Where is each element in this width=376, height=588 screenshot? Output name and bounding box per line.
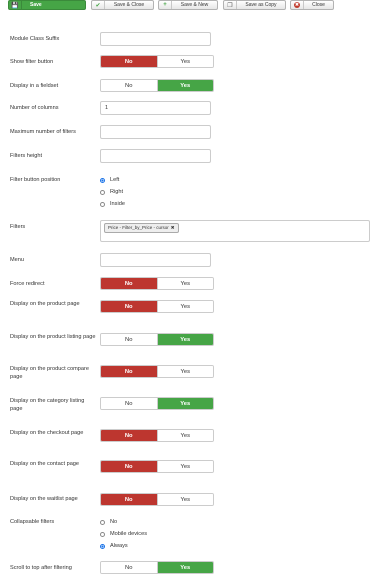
display-on-waitlist-page-yes[interactable]: Yes	[156, 494, 213, 505]
remove-tag-icon[interactable]: ✖	[171, 225, 175, 230]
radio-option-no[interactable]: No	[100, 516, 147, 528]
display-on-contact-page-toggle: No Yes	[100, 460, 214, 473]
radio-option-always[interactable]: Always	[100, 540, 147, 552]
close-icon: ✖	[291, 1, 304, 9]
close-label: Close	[312, 2, 325, 8]
toolbar: 💾 Save ✔ Save & Close + Save & New ❐ Sav…	[0, 0, 376, 11]
display-on-waitlist-page-no[interactable]: No	[101, 494, 157, 505]
save-copy-label: Save as Copy	[245, 2, 277, 8]
save-close-label: Save & Close	[113, 2, 145, 8]
filter-tag-text: Price - Filter_by_Price - cursor	[108, 225, 169, 230]
radio-left[interactable]	[100, 177, 105, 183]
save-button[interactable]: 💾 Save	[8, 0, 86, 10]
show-filter-button-label: Show filter button	[10, 59, 54, 65]
display-on-product-listing-page-yes[interactable]: Yes	[156, 334, 213, 345]
display-on-product-listing-page-label: Display on the product listing page	[10, 334, 96, 340]
show-filter-button-toggle: No Yes	[100, 55, 214, 68]
display-in-fieldset-toggle: No Yes	[100, 79, 214, 92]
display-on-contact-page-yes[interactable]: Yes	[156, 461, 213, 472]
check-icon: ✔	[92, 1, 105, 9]
plus-icon: +	[159, 1, 172, 9]
save-label: Save	[30, 2, 42, 8]
filters-multiselect[interactable]: Price - Filter_by_Price - cursor ✖	[100, 220, 370, 242]
filters-label: Filters	[10, 224, 26, 230]
display-on-checkout-page-yes[interactable]: Yes	[156, 430, 213, 441]
force-redirect-yes[interactable]: Yes	[156, 278, 213, 289]
show-filter-button-no[interactable]: No	[101, 56, 157, 67]
maximum-number-of-filters-input[interactable]	[100, 125, 211, 139]
display-on-product-listing-page-toggle: No Yes	[100, 333, 214, 346]
radio-mobile-devices[interactable]	[100, 531, 105, 537]
radio-option-mobile-devices[interactable]: Mobile devices	[100, 528, 147, 540]
number-of-columns-label: Number of columns	[10, 105, 59, 111]
scroll-to-top-toggle: No Yes	[100, 561, 214, 574]
number-of-columns-input[interactable]: 1	[100, 101, 211, 115]
display-on-product-page-yes[interactable]: Yes	[156, 301, 213, 312]
display-in-fieldset-label: Display in a fieldset	[10, 83, 59, 89]
save-icon: 💾	[9, 1, 22, 9]
save-close-button[interactable]: ✔ Save & Close	[91, 0, 154, 10]
display-on-product-page-no[interactable]: No	[101, 301, 157, 312]
collapsable-filters-label: Collapsable filters	[10, 519, 55, 525]
display-on-product-page-label: Display on the product page	[10, 301, 80, 307]
save-new-button[interactable]: + Save & New	[158, 0, 218, 10]
save-new-label: Save & New	[180, 2, 209, 8]
display-on-checkout-page-toggle: No Yes	[100, 429, 214, 442]
filters-height-input[interactable]	[100, 149, 211, 163]
show-filter-button-yes[interactable]: Yes	[156, 56, 213, 67]
save-copy-button[interactable]: ❐ Save as Copy	[223, 0, 286, 10]
radio-left-label: Left	[110, 177, 120, 183]
scroll-to-top-label: Scroll to top after filtering	[10, 565, 72, 571]
radio-no-label: No	[110, 519, 118, 525]
radio-right[interactable]	[100, 189, 105, 195]
display-on-waitlist-page-label: Display on the waitlist page	[10, 496, 78, 502]
radio-no[interactable]	[100, 519, 105, 525]
scroll-to-top-no[interactable]: No	[101, 562, 157, 573]
display-on-checkout-page-no[interactable]: No	[101, 430, 157, 441]
scroll-to-top-yes[interactable]: Yes	[156, 562, 213, 573]
collapsable-filters-radios: No Mobile devices Always	[100, 516, 147, 552]
filters-height-label: Filters height	[10, 153, 43, 159]
display-in-fieldset-no[interactable]: No	[101, 80, 157, 91]
display-on-product-compare-page-no[interactable]: No	[101, 366, 157, 377]
radio-option-inside[interactable]: Inside	[100, 198, 125, 210]
radio-mobile-devices-label: Mobile devices	[110, 531, 147, 537]
display-on-checkout-page-label: Display on the checkout page	[10, 430, 84, 436]
display-on-category-listing-page-no[interactable]: No	[101, 398, 157, 409]
force-redirect-label: Force redirect	[10, 281, 45, 287]
radio-option-left[interactable]: Left	[100, 174, 125, 186]
radio-inside[interactable]	[100, 201, 105, 207]
force-redirect-toggle: No Yes	[100, 277, 214, 290]
force-redirect-no[interactable]: No	[101, 278, 157, 289]
display-on-category-listing-page-label: Display on the category listing page	[10, 398, 85, 412]
display-on-category-listing-page-yes[interactable]: Yes	[156, 398, 213, 409]
display-on-product-compare-page-label: Display on the product compare page	[10, 366, 89, 380]
maximum-number-of-filters-label: Maximum number of filters	[10, 129, 76, 135]
menu-input[interactable]	[100, 253, 211, 267]
filter-button-position-radios: Left Right Inside	[100, 174, 125, 210]
display-on-category-listing-page-toggle: No Yes	[100, 397, 214, 410]
radio-always-label: Always	[110, 543, 128, 549]
radio-inside-label: Inside	[110, 201, 125, 207]
display-on-contact-page-label: Display on the contact page	[10, 461, 80, 467]
close-button[interactable]: ✖ Close	[290, 0, 334, 10]
display-on-product-compare-page-toggle: No Yes	[100, 365, 214, 378]
module-class-suffix-label: Module Class Suffix	[10, 36, 60, 42]
module-class-suffix-input[interactable]	[100, 32, 211, 46]
display-on-waitlist-page-toggle: No Yes	[100, 493, 214, 506]
radio-right-label: Right	[110, 189, 124, 195]
filter-button-position-label: Filter button position	[10, 177, 61, 183]
copy-icon: ❐	[224, 1, 237, 9]
radio-always[interactable]	[100, 543, 105, 549]
filter-tag: Price - Filter_by_Price - cursor ✖	[104, 223, 179, 233]
display-on-contact-page-no[interactable]: No	[101, 461, 157, 472]
display-in-fieldset-yes[interactable]: Yes	[156, 80, 213, 91]
display-on-product-compare-page-yes[interactable]: Yes	[156, 366, 213, 377]
radio-option-right[interactable]: Right	[100, 186, 125, 198]
display-on-product-page-toggle: No Yes	[100, 300, 214, 313]
display-on-product-listing-page-no[interactable]: No	[101, 334, 157, 345]
menu-label: Menu	[10, 257, 24, 263]
